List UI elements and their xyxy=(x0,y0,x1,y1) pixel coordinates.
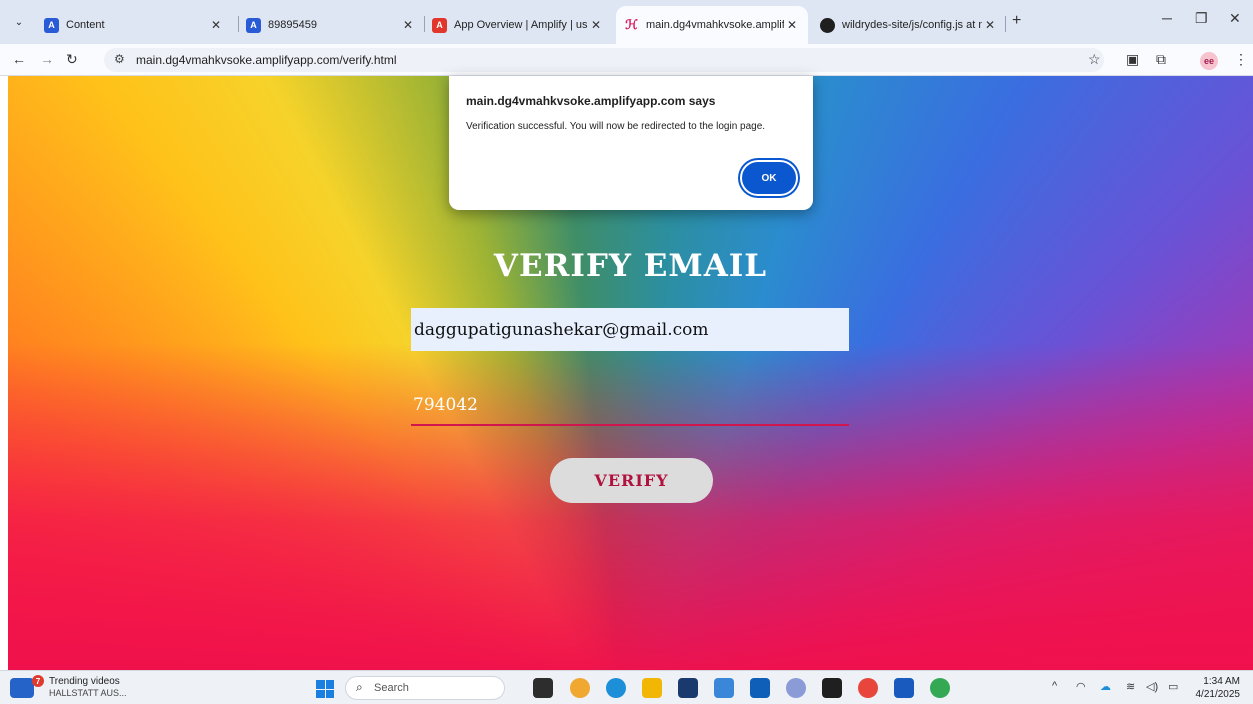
tab-title: App Overview | Amplify | us-ea xyxy=(454,19,588,31)
clock-time[interactable]: 1:34 AM xyxy=(1196,676,1240,687)
photos-icon[interactable] xyxy=(714,678,734,698)
aws-icon: A xyxy=(432,17,447,33)
amplify-icon: A xyxy=(44,17,59,33)
bookmark-star-icon[interactable]: ☆ xyxy=(1088,51,1101,68)
copilot-icon[interactable] xyxy=(570,678,590,698)
tab-github-config[interactable]: wildrydes-site/js/config.js at ma ✕ xyxy=(812,6,1006,44)
ok-button[interactable]: OK xyxy=(742,162,796,194)
email-field[interactable] xyxy=(411,308,849,351)
verify-button[interactable]: VERIFY xyxy=(550,458,713,503)
wifi-icon[interactable]: ≋ xyxy=(1126,680,1135,693)
tab-search-chevron-icon[interactable]: ⌄ xyxy=(8,12,30,32)
back-arrow-icon[interactable]: ← xyxy=(12,51,26,67)
volume-icon[interactable]: ◁) xyxy=(1146,680,1158,693)
reload-icon[interactable]: ↻ xyxy=(66,51,78,68)
forward-arrow-icon[interactable]: → xyxy=(40,51,54,67)
windows-taskbar: 7 Trending videos HALLSTATT AUS... ⌕ Sea… xyxy=(0,670,1253,704)
tab-divider xyxy=(1005,16,1006,32)
close-icon[interactable]: ✕ xyxy=(208,18,224,32)
tab-title: wildrydes-site/js/config.js at ma xyxy=(842,19,982,31)
store-icon[interactable] xyxy=(678,678,698,698)
sticky-notes-icon[interactable] xyxy=(822,678,842,698)
close-icon[interactable]: ✕ xyxy=(400,18,416,32)
notification-badge: 7 xyxy=(32,675,44,687)
windows-start-icon[interactable] xyxy=(316,680,334,698)
clock-date[interactable]: 4/21/2025 xyxy=(1188,689,1241,700)
wildrydes-icon: ℋ xyxy=(625,17,638,32)
chrome-icon[interactable] xyxy=(858,678,878,698)
alert-dialog: main.dg4vmahkvsoke.amplifyapp.com says V… xyxy=(449,76,813,210)
url-text: main.dg4vmahkvsoke.amplifyapp.com/verify… xyxy=(136,53,397,67)
amplify-icon: A xyxy=(246,17,261,33)
widget-title[interactable]: Trending videos xyxy=(49,676,120,687)
tab-app-overview[interactable]: A App Overview | Amplify | us-ea ✕ xyxy=(424,6,612,44)
close-icon[interactable]: ✕ xyxy=(982,18,998,32)
tray-app-icon[interactable]: ◠ xyxy=(1076,680,1086,693)
edge-icon[interactable] xyxy=(606,678,626,698)
github-icon xyxy=(820,17,835,33)
browser-menu-icon[interactable]: ⋮ xyxy=(1234,51,1248,68)
dialog-message: Verification successful. You will now be… xyxy=(466,121,766,132)
battery-icon[interactable]: ▭ xyxy=(1168,680,1178,693)
close-icon[interactable]: ✕ xyxy=(588,18,604,32)
tab-title: main.dg4vmahkvsoke.amplifya xyxy=(646,19,784,31)
file-explorer-icon[interactable] xyxy=(642,678,662,698)
task-view-icon[interactable] xyxy=(533,678,553,698)
profile-avatar[interactable]: ee xyxy=(1200,52,1218,70)
outlook-icon[interactable] xyxy=(750,678,770,698)
close-icon[interactable]: ✕ xyxy=(784,18,800,32)
chrome-profile-icon[interactable] xyxy=(930,678,950,698)
tab-wildrydes-active[interactable]: ℋ main.dg4vmahkvsoke.amplifya ✕ xyxy=(616,6,808,44)
search-placeholder: Search xyxy=(374,682,409,694)
taskbar-search-input[interactable]: ⌕ Search xyxy=(345,676,505,700)
extension-icon[interactable]: ▣ xyxy=(1126,51,1139,68)
word-icon[interactable] xyxy=(894,678,914,698)
r-app-icon[interactable] xyxy=(786,678,806,698)
address-bar[interactable]: ⚙ main.dg4vmahkvsoke.amplifyapp.com/veri… xyxy=(104,48,1104,72)
browser-toolbar: ← → ↻ ⚙ main.dg4vmahkvsoke.amplifyapp.co… xyxy=(0,44,1253,76)
page-title: VERIFY EMAIL xyxy=(493,248,768,284)
tab-content[interactable]: A Content ✕ xyxy=(36,6,232,44)
tab-89895459[interactable]: A 89895459 ✕ xyxy=(238,6,424,44)
window-close-icon[interactable]: ✕ xyxy=(1229,10,1241,27)
tab-title: 89895459 xyxy=(268,19,317,31)
browser-tab-strip: ⌄ A Content ✕ A 89895459 ✕ A App Overvie… xyxy=(0,0,1253,44)
extensions-puzzle-icon[interactable]: ⧉ xyxy=(1156,51,1166,68)
tray-chevron-up-icon[interactable]: ^ xyxy=(1052,680,1057,692)
search-icon: ⌕ xyxy=(356,680,363,694)
site-settings-icon[interactable]: ⚙ xyxy=(114,52,125,66)
dialog-title: main.dg4vmahkvsoke.amplifyapp.com says xyxy=(466,94,716,108)
onedrive-icon[interactable]: ☁ xyxy=(1100,680,1111,693)
widget-subtitle[interactable]: HALLSTATT AUS... xyxy=(49,688,127,698)
tab-title: Content xyxy=(66,19,105,31)
verification-code-field[interactable] xyxy=(411,386,849,426)
restore-icon[interactable]: ❐ xyxy=(1195,10,1208,27)
new-tab-plus-icon[interactable]: + xyxy=(1012,12,1021,30)
weather-widget-icon[interactable] xyxy=(10,678,34,698)
minimize-icon[interactable]: ─ xyxy=(1162,10,1172,26)
